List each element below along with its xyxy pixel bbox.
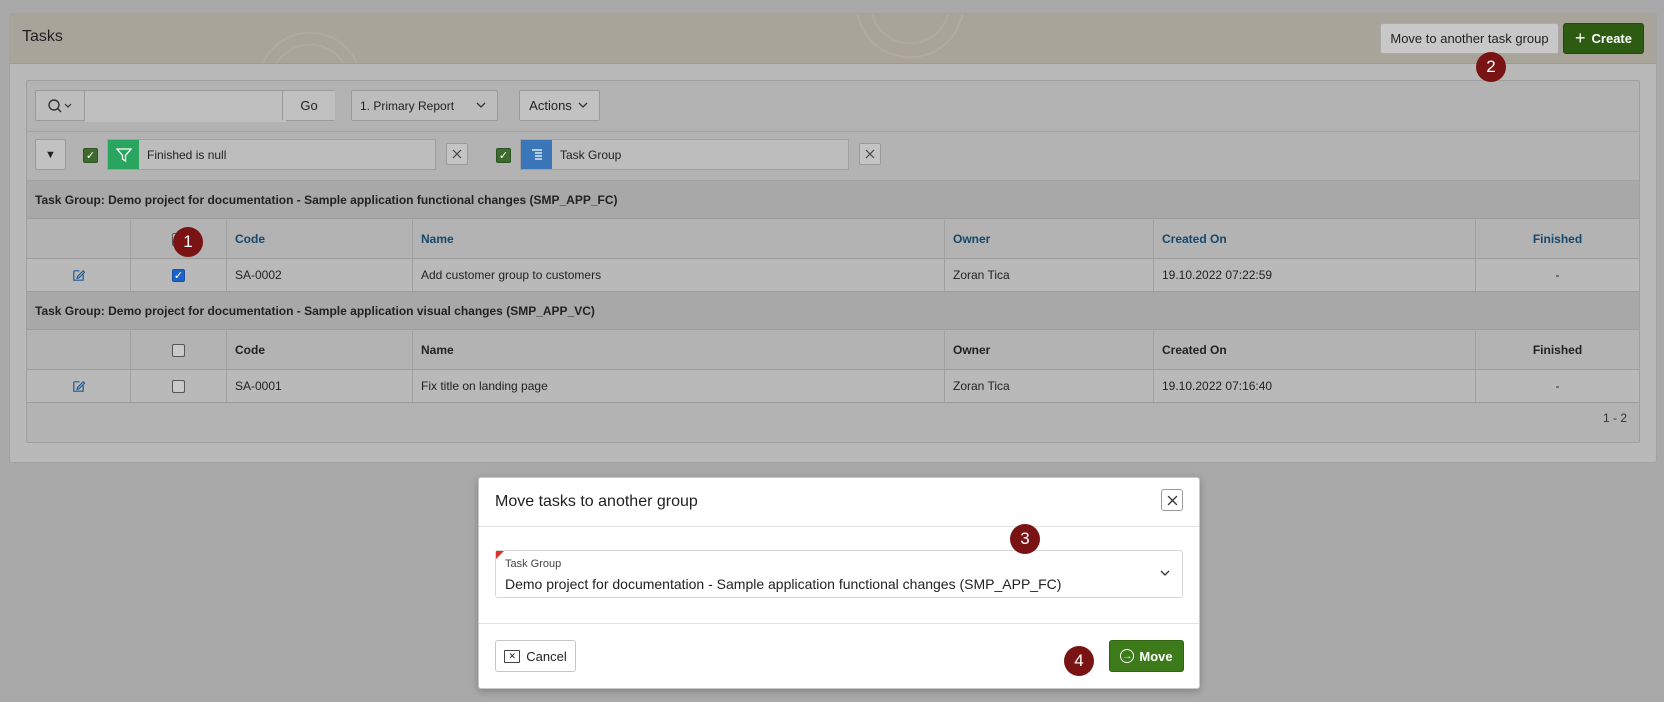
group-header-functional: Task Group: Demo project for documentati… <box>27 181 1639 219</box>
filter-2-enable-checkbox[interactable]: ✓ <box>496 148 511 163</box>
column-header-created-on[interactable]: Created On <box>1153 220 1475 258</box>
remove-filter-2-button[interactable] <box>859 143 881 165</box>
plus-icon: + <box>1575 28 1586 48</box>
table-row: ✓ SA-0002 Add customer group to customer… <box>27 259 1639 292</box>
report-select[interactable]: 1. Primary Report <box>351 90 498 121</box>
chevron-down-icon <box>476 102 486 108</box>
pagination-info: 1 - 2 <box>1602 411 1627 425</box>
search-bar: Go <box>35 90 335 122</box>
edit-icon[interactable] <box>71 268 86 283</box>
cell-created-on: 19.10.2022 07:16:40 <box>1153 370 1475 402</box>
cell-name: Add customer group to customers <box>412 259 944 291</box>
toggle-filters-button[interactable]: ▼ <box>35 139 66 170</box>
filter-icon <box>108 140 139 169</box>
cancel-icon: ✕ <box>504 649 521 663</box>
tasks-region: Tasks Move to another task group + Creat… <box>9 13 1657 463</box>
cell-name: Fix title on landing page <box>412 370 944 402</box>
cancel-button[interactable]: ✕ Cancel <box>495 640 576 672</box>
column-header-code[interactable]: Code <box>226 220 412 258</box>
cell-owner: Zoran Tica <box>944 370 1153 402</box>
filter-2-label: Task Group <box>560 147 622 162</box>
cell-owner: Zoran Tica <box>944 259 1153 291</box>
control-break-icon <box>521 140 552 169</box>
cell-created-on: 19.10.2022 07:22:59 <box>1153 259 1475 291</box>
page-title: Tasks <box>22 28 63 45</box>
search-icon <box>48 98 72 112</box>
dialog-close-button[interactable] <box>1161 489 1183 511</box>
search-column-menu[interactable] <box>36 91 85 120</box>
report-select-value: 1. Primary Report <box>360 98 455 113</box>
column-header-owner[interactable]: Owner <box>944 331 1153 369</box>
step-marker-4: 4 <box>1064 646 1094 676</box>
filter-chip-task-group[interactable]: Task Group <box>520 139 849 170</box>
cell-code: SA-0002 <box>226 259 412 291</box>
search-input[interactable] <box>85 91 286 122</box>
actions-menu-button[interactable]: Actions <box>519 90 600 121</box>
column-header-owner[interactable]: Owner <box>944 220 1153 258</box>
select-all-checkbox[interactable] <box>172 343 185 357</box>
table-row: SA-0001 Fix title on landing page Zoran … <box>27 370 1639 403</box>
step-marker-3: 3 <box>1010 524 1040 554</box>
table-header-row: Code Name Owner Created On Finished <box>27 331 1639 370</box>
filter-1-label: Finished is null <box>147 147 227 162</box>
column-header-name[interactable]: Name <box>412 220 944 258</box>
move-label: Move <box>1139 648 1173 664</box>
create-button[interactable]: + Create <box>1563 23 1644 54</box>
edit-icon[interactable] <box>71 379 86 394</box>
go-button[interactable]: Go <box>282 91 335 120</box>
divider <box>479 526 1199 527</box>
task-group-label: Task Group <box>505 558 562 570</box>
move-to-another-task-group-button[interactable]: Move to another task group <box>1380 23 1559 54</box>
task-group-value: Demo project for documentation - Sample … <box>505 576 1062 592</box>
task-group-select[interactable]: Task Group Demo project for documentatio… <box>495 550 1183 598</box>
remove-filter-1-button[interactable] <box>446 143 468 165</box>
create-button-label: Create <box>1591 31 1632 46</box>
column-header-code[interactable]: Code <box>226 331 412 369</box>
column-header-created-on[interactable]: Created On <box>1153 331 1475 369</box>
row-select-checkbox[interactable] <box>172 379 185 393</box>
column-header-name[interactable]: Name <box>412 331 944 369</box>
step-marker-1: 1 <box>173 227 203 257</box>
report-filters: ▼ ✓ Finished is null ✓ Task Group <box>27 132 1639 181</box>
dialog-title: Move tasks to another group <box>495 493 698 510</box>
actions-label: Actions <box>529 98 572 113</box>
chevron-down-icon <box>1160 570 1170 576</box>
close-icon <box>452 149 462 159</box>
table-header-row: Code Name Owner Created On Finished <box>27 220 1639 259</box>
cell-code: SA-0001 <box>226 370 412 402</box>
step-marker-2: 2 <box>1476 52 1506 82</box>
move-button[interactable]: → Move <box>1109 640 1184 672</box>
divider <box>479 623 1199 624</box>
close-icon <box>1167 495 1177 505</box>
cell-finished: - <box>1475 259 1639 291</box>
region-header: Tasks Move to another task group + Creat… <box>10 14 1656 64</box>
arrow-circle-icon: → <box>1120 649 1135 663</box>
column-header-finished[interactable]: Finished <box>1475 220 1639 258</box>
close-icon <box>865 149 875 159</box>
column-header-finished[interactable]: Finished <box>1475 331 1639 369</box>
filter-1-enable-checkbox[interactable]: ✓ <box>83 148 98 163</box>
interactive-report: Go 1. Primary Report Actions ▼ ✓ Finishe… <box>26 80 1640 443</box>
group-header-visual: Task Group: Demo project for documentati… <box>27 292 1639 330</box>
required-indicator <box>496 551 504 559</box>
report-toolbar: Go 1. Primary Report Actions <box>27 81 1639 132</box>
cell-finished: - <box>1475 370 1639 402</box>
filter-chip-finished[interactable]: Finished is null <box>107 139 436 170</box>
chevron-down-icon <box>578 102 588 108</box>
row-select-checkbox[interactable]: ✓ <box>172 268 185 282</box>
cancel-label: Cancel <box>526 648 567 664</box>
